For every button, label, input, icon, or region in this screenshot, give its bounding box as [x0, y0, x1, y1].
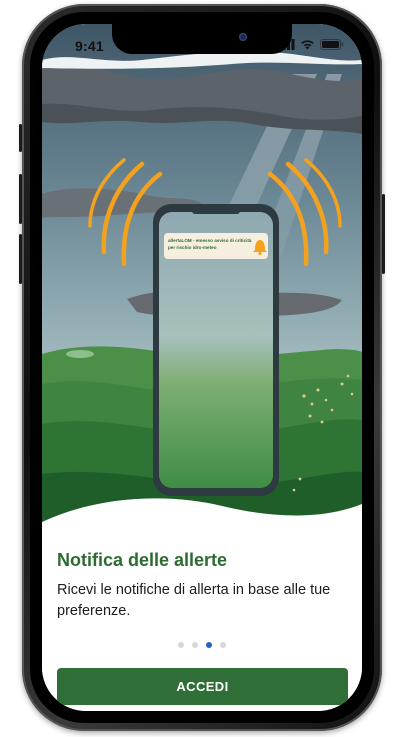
phone-bezel: allertaLOM - emesso avviso di criticità …: [30, 12, 374, 723]
volume-down-button: [19, 234, 22, 284]
front-camera: [239, 33, 247, 41]
page-indicator: [42, 642, 362, 648]
side-button: [19, 124, 22, 152]
page-dot-4[interactable]: [220, 642, 226, 648]
page-description: Ricevi le notifiche di allerta in base a…: [57, 582, 331, 619]
notch: [112, 24, 292, 54]
illustration-phone-notch: [192, 208, 240, 214]
page-dot-3-active[interactable]: [206, 642, 212, 648]
page-title: Notifica delle allerte: [57, 550, 228, 570]
wifi-icon: [301, 40, 314, 50]
phone-frame: allertaLOM - emesso avviso di criticità …: [19, 4, 385, 731]
volume-up-button: [19, 174, 22, 224]
page-dot-2[interactable]: [192, 642, 198, 648]
onboarding-content: Notifica delle allerte Ricevi le notific…: [42, 542, 362, 711]
status-bar: 9:41: [42, 24, 362, 68]
app-screen: allertaLOM - emesso avviso di criticità …: [42, 24, 362, 711]
status-time: 9:41: [75, 38, 104, 54]
page-dot-1[interactable]: [178, 642, 184, 648]
onboarding-illustration: allertaLOM - emesso avviso di criticità …: [42, 24, 362, 544]
village: [66, 350, 94, 358]
power-button: [382, 194, 385, 274]
battery-icon: [320, 39, 344, 50]
